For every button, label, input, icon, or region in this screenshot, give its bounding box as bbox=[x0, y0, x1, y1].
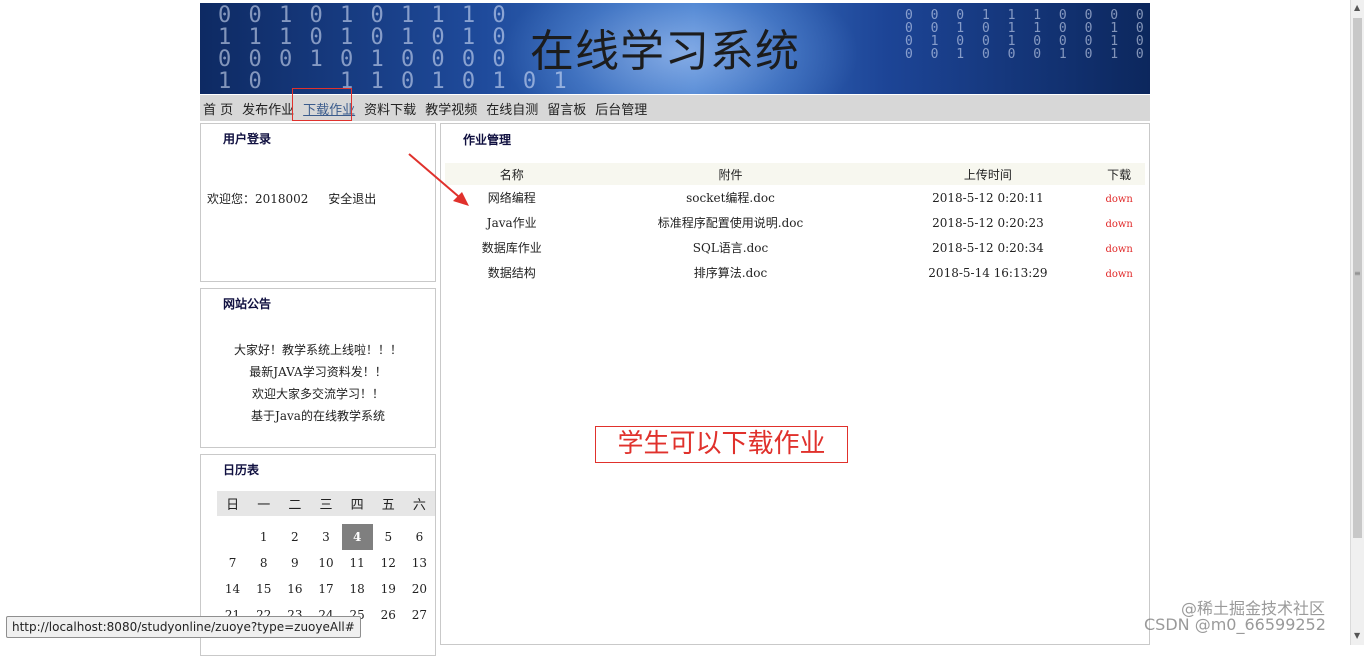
homework-cell-time: 2018-5-12 0:20:34 bbox=[932, 240, 1044, 255]
calendar-day[interactable]: 8 bbox=[248, 550, 279, 576]
site-banner: 0 0 1 0 1 0 1 1 1 0 1 1 1 0 1 0 1 0 1 0 … bbox=[200, 3, 1150, 94]
homework-cell-time: 2018-5-12 0:20:23 bbox=[932, 215, 1044, 230]
welcome-line: 欢迎您：2018002 安全退出 bbox=[207, 190, 376, 207]
nav-item-label: 下载作业 bbox=[303, 102, 356, 118]
calendar-weekday: 四 bbox=[341, 491, 373, 516]
calendar-day[interactable]: 9 bbox=[279, 550, 310, 576]
notice-item[interactable]: 最新JAVA学习资料发！！ bbox=[201, 361, 435, 383]
scroll-up-icon[interactable]: ▲ bbox=[1354, 3, 1360, 12]
calendar-day[interactable]: 11 bbox=[342, 550, 373, 576]
page-container: 0 0 1 0 1 0 1 1 1 0 1 1 1 0 1 0 1 0 1 0 … bbox=[200, 3, 1150, 121]
calendar-weekday: 五 bbox=[372, 491, 404, 516]
scroll-grip-icon: ≡ bbox=[1354, 269, 1361, 278]
welcome-text: 欢迎您：2018002 bbox=[207, 192, 309, 206]
homework-row: Java作业 标准程序配置使用说明.doc 2018-5-12 0:20:23 dow… bbox=[445, 210, 1145, 235]
calendar-day[interactable]: 2 bbox=[279, 524, 310, 550]
calendar-day[interactable]: 6 bbox=[404, 524, 435, 550]
banner-binary-left: 0 0 1 0 1 0 1 1 1 0 1 1 1 0 1 0 1 0 1 0 … bbox=[218, 3, 569, 94]
homework-cell-file: 标准程序配置使用说明.doc bbox=[657, 216, 804, 230]
annotation-note: 学生可以下载作业 bbox=[595, 426, 848, 463]
calendar-day[interactable]: 26 bbox=[373, 602, 404, 628]
homework-cell-name: 数据结构 bbox=[487, 266, 536, 280]
nav-item[interactable]: 留言板 bbox=[544, 99, 589, 118]
homework-cell-dl: down bbox=[1093, 235, 1145, 260]
calendar-day[interactable]: 10 bbox=[310, 550, 341, 576]
homework-column-header: 附件 bbox=[578, 163, 883, 185]
nav-item[interactable]: 资料下载 bbox=[361, 99, 419, 118]
calendar-day[interactable]: 18 bbox=[342, 576, 373, 602]
calendar-day[interactable]: 14 bbox=[217, 576, 248, 602]
main-nav: 首 页发布作业 下载作业 资料下载 教学视频 在线自测 留言板 后台管理 bbox=[200, 87, 1150, 121]
calendar-day[interactable]: 19 bbox=[373, 576, 404, 602]
calendar-day[interactable]: 17 bbox=[310, 576, 341, 602]
homework-row: 网络编程 socket编程.doc 2018-5-12 0:20:11 down bbox=[445, 185, 1145, 210]
scroll-thumb[interactable] bbox=[1353, 18, 1362, 538]
homework-column-header: 下载 bbox=[1093, 163, 1145, 185]
calendar-day bbox=[217, 524, 248, 550]
calendar-spacer bbox=[217, 516, 435, 524]
homework-cell-name: 数据库作业 bbox=[481, 241, 542, 255]
watermark: @稀土掘金技术社区 CSDN @m0_66599252 bbox=[1144, 601, 1326, 634]
homework-cell-dl: down bbox=[1093, 185, 1145, 210]
banner-binary-right: 0 0 0 1 1 1 0 0 0 0 0 0 0 0 1 0 1 1 0 0 … bbox=[905, 8, 1149, 62]
login-title: 用户登录 bbox=[223, 132, 272, 146]
homework-title: 作业管理 bbox=[463, 133, 512, 147]
vertical-scrollbar[interactable]: ▲ ≡ ▼ bbox=[1350, 0, 1364, 645]
nav-item[interactable]: 首 页 bbox=[200, 99, 236, 118]
calendar-day[interactable]: 4 bbox=[341, 524, 373, 550]
homework-cell-dl: down bbox=[1093, 260, 1145, 285]
download-link[interactable]: down bbox=[1105, 194, 1132, 205]
nav-item[interactable]: 发布作业 bbox=[239, 99, 297, 118]
homework-cell-file: SQL语言.doc bbox=[692, 241, 769, 255]
calendar-weekday: 日 bbox=[217, 491, 249, 516]
notice-item[interactable]: 大家好！教学系统上线啦！！！ bbox=[201, 339, 435, 361]
calendar-weekday: 一 bbox=[248, 491, 280, 516]
calendar-day[interactable]: 7 bbox=[217, 550, 248, 576]
homework-cell-file: 排序算法.doc bbox=[693, 266, 768, 280]
homework-table: 名称 附件 上传时间 下载 网络编程 socket编程.doc 2018-5-12 0:20… bbox=[445, 163, 1145, 285]
homework-row: 数据结构 排序算法.doc 2018-5-14 16:13:29 down bbox=[445, 260, 1145, 285]
homework-cell-time: 2018-5-12 0:20:11 bbox=[932, 190, 1044, 205]
calendar-day[interactable]: 5 bbox=[373, 524, 404, 550]
calendar-day[interactable]: 27 bbox=[404, 602, 435, 628]
status-bar-url: http://localhost:8080/studyonline/zuoye?… bbox=[6, 616, 361, 638]
download-link[interactable]: down bbox=[1105, 219, 1132, 230]
download-link[interactable]: down bbox=[1105, 269, 1132, 280]
nav-item[interactable]: 后台管理 bbox=[592, 99, 650, 118]
login-panel: 用户登录 欢迎您：2018002 安全退出 bbox=[200, 123, 436, 282]
calendar-weekday: 三 bbox=[310, 491, 342, 516]
site-title: 在线学习系统 bbox=[530, 26, 800, 77]
calendar-table: 日一二三四五六 1 2 3 4 5 6 7 8 9 10 11 12 13 14 15 16 17 18 19 20 21… bbox=[217, 491, 435, 628]
homework-panel: 作业管理 名称 附件 上传时间 下载 网络编程 socket编程.doc 2018-5-12… bbox=[408, 123, 1150, 645]
left-column: 用户登录 欢迎您：2018002 安全退出 网站公告 大家好！教学系统上线啦！！… bbox=[200, 123, 436, 662]
homework-cell-dl: down bbox=[1093, 210, 1145, 235]
notice-panel: 网站公告 大家好！教学系统上线啦！！！ 最新JAVA学习资料发！！ 欢迎大家多交流学… bbox=[200, 288, 436, 448]
red-arrow-annotation bbox=[408, 153, 469, 206]
notice-title: 网站公告 bbox=[223, 297, 272, 311]
calendar-day[interactable]: 20 bbox=[404, 576, 435, 602]
calendar-title: 日历表 bbox=[223, 463, 260, 477]
homework-row: 数据库作业 SQL语言.doc 2018-5-12 0:20:34 down bbox=[445, 235, 1145, 260]
download-link[interactable]: down bbox=[1105, 244, 1132, 255]
nav-item[interactable]: 教学视频 bbox=[422, 99, 480, 118]
calendar-day[interactable]: 3 bbox=[310, 524, 341, 550]
calendar-day[interactable]: 1 bbox=[248, 524, 279, 550]
calendar-weekday: 二 bbox=[279, 491, 311, 516]
nav-item[interactable]: 在线自测 bbox=[483, 99, 541, 118]
notice-item[interactable]: 基于Java的在线教学系统 bbox=[201, 405, 435, 427]
calendar-day[interactable]: 16 bbox=[279, 576, 310, 602]
scroll-down-icon[interactable]: ▼ bbox=[1354, 631, 1360, 640]
nav-item[interactable]: 下载作业 bbox=[292, 87, 358, 121]
calendar-weekday: 六 bbox=[403, 491, 435, 516]
homework-cell-time: 2018-5-14 16:13:29 bbox=[928, 265, 1048, 280]
calendar-day[interactable]: 12 bbox=[373, 550, 404, 576]
homework-cell-file: socket编程.doc bbox=[686, 191, 775, 205]
watermark-line-2: CSDN @m0_66599252 bbox=[1144, 615, 1326, 634]
notice-list: 大家好！教学系统上线啦！！！ 最新JAVA学习资料发！！ 欢迎大家多交流学习！！ 基于… bbox=[201, 339, 435, 427]
calendar-day[interactable]: 15 bbox=[248, 576, 279, 602]
notice-item[interactable]: 欢迎大家多交流学习！！ bbox=[201, 383, 435, 405]
calendar-day[interactable]: 13 bbox=[404, 550, 435, 576]
logout-link[interactable]: 安全退出 bbox=[328, 192, 376, 206]
homework-column-header: 上传时间 bbox=[882, 163, 1094, 185]
